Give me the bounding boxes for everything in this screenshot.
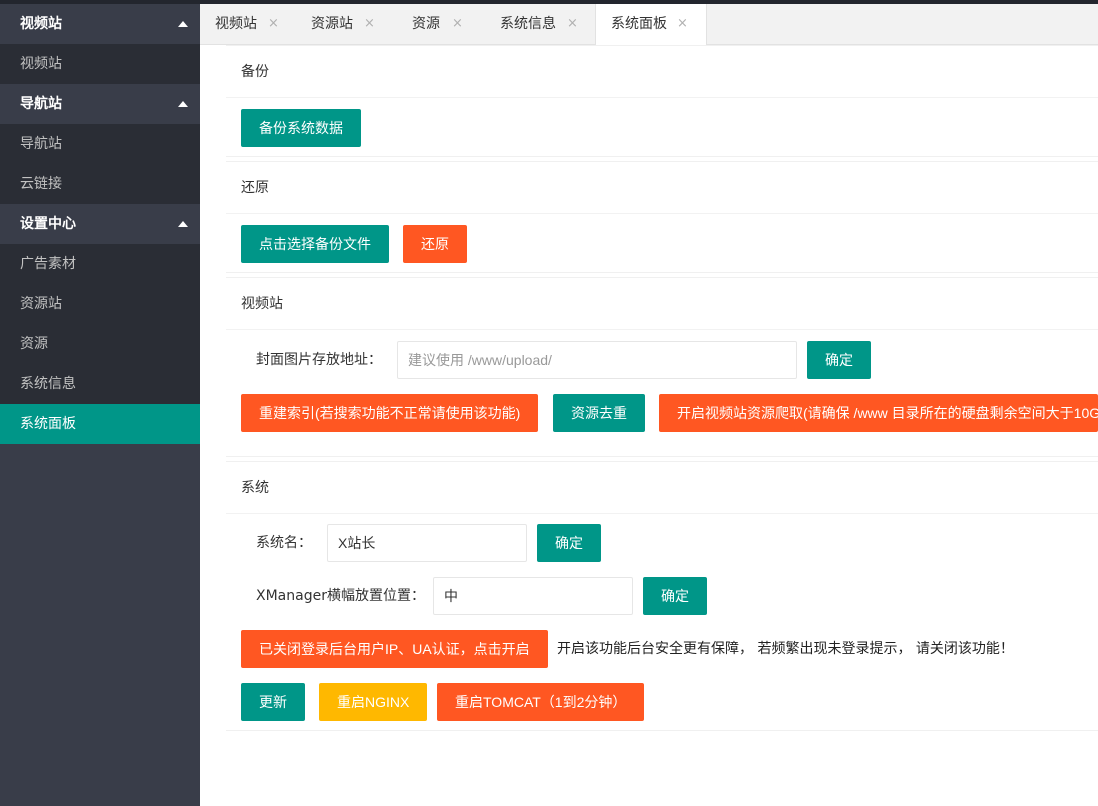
auth-hint-text: 开启该功能后台安全更有保障， 若频繁出现未登录提示， 请关闭该功能！ bbox=[557, 641, 1014, 657]
restore-card: 还原 点击选择备份文件 还原 bbox=[226, 161, 1098, 273]
nav-group-label: 视频站 bbox=[20, 16, 62, 32]
sidebar-item-system-info[interactable]: 系统信息 bbox=[0, 364, 200, 404]
close-icon[interactable]: × bbox=[567, 4, 578, 44]
auth-toggle-button[interactable]: 已关闭登录后台用户IP、UA认证，点击开启 bbox=[241, 630, 548, 668]
tab-label: 资源 bbox=[412, 16, 440, 32]
sidebar-item-navigation-site[interactable]: 导航站 bbox=[0, 124, 200, 164]
close-icon[interactable]: × bbox=[677, 4, 688, 44]
close-icon[interactable]: × bbox=[364, 4, 375, 44]
sidebar-item-cloud-link[interactable]: 云链接 bbox=[0, 164, 200, 204]
tab-label: 视频站 bbox=[215, 16, 257, 32]
backup-title: 备份 bbox=[226, 46, 1098, 98]
caret-up-icon bbox=[178, 21, 188, 27]
select-backup-file-button[interactable]: 点击选择备份文件 bbox=[241, 225, 389, 263]
restart-nginx-button[interactable]: 重启NGINX bbox=[319, 683, 428, 721]
system-name-label: 系统名： bbox=[256, 535, 312, 551]
tab-resource[interactable]: 资源 × bbox=[397, 4, 485, 44]
tab-bar: 视频站 × 资源站 × 资源 × 系统信息 × 系统面板 × bbox=[200, 4, 1098, 45]
tab-system-panel[interactable]: 系统面板 × bbox=[595, 4, 707, 45]
tab-label: 资源站 bbox=[311, 16, 353, 32]
nav-group-label: 设置中心 bbox=[20, 216, 76, 232]
sidebar-item-ad-material[interactable]: 广告素材 bbox=[0, 244, 200, 284]
video-site-title: 视频站 bbox=[226, 278, 1098, 330]
main-content: 备份 备份系统数据 还原 点击选择备份文件 还原 视频站 封面图片存放地址： 确… bbox=[200, 45, 1098, 806]
caret-up-icon bbox=[178, 101, 188, 107]
sidebar-item-system-panel[interactable]: 系统面板 bbox=[0, 404, 200, 444]
system-name-confirm-button[interactable]: 确定 bbox=[537, 524, 601, 562]
sidebar-item-resource-site[interactable]: 资源站 bbox=[0, 284, 200, 324]
cover-path-label: 封面图片存放地址： bbox=[256, 352, 382, 368]
backup-button[interactable]: 备份系统数据 bbox=[241, 109, 361, 147]
video-site-card: 视频站 封面图片存放地址： 确定 重建索引(若搜索功能不正常请使用该功能) 资源… bbox=[226, 277, 1098, 457]
sidebar-item-video-site[interactable]: 视频站 bbox=[0, 44, 200, 84]
cover-path-confirm-button[interactable]: 确定 bbox=[807, 341, 871, 379]
restart-tomcat-button[interactable]: 重启TOMCAT（1到2分钟） bbox=[437, 683, 645, 721]
tab-resource-site[interactable]: 资源站 × bbox=[296, 4, 397, 44]
close-icon[interactable]: × bbox=[452, 4, 463, 44]
backup-card: 备份 备份系统数据 bbox=[226, 45, 1098, 157]
rebuild-index-button[interactable]: 重建索引(若搜索功能不正常请使用该功能) bbox=[241, 394, 539, 432]
tab-video-site[interactable]: 视频站 × bbox=[200, 4, 296, 44]
banner-position-input[interactable] bbox=[433, 577, 633, 615]
nav-group-video[interactable]: 视频站 bbox=[0, 4, 200, 44]
close-icon[interactable]: × bbox=[268, 4, 279, 44]
tab-label: 系统信息 bbox=[500, 16, 556, 32]
update-button[interactable]: 更新 bbox=[241, 683, 305, 721]
restore-button[interactable]: 还原 bbox=[403, 225, 467, 263]
system-name-input[interactable] bbox=[327, 524, 527, 562]
tab-label: 系统面板 bbox=[611, 16, 667, 32]
nav-group-navigation[interactable]: 导航站 bbox=[0, 84, 200, 124]
sidebar: 视频站 视频站 导航站 导航站 云链接 设置中心 广告素材 资源站 资源 系统信… bbox=[0, 4, 200, 806]
nav-group-label: 导航站 bbox=[20, 96, 62, 112]
tab-system-info[interactable]: 系统信息 × bbox=[485, 4, 595, 44]
dedupe-button[interactable]: 资源去重 bbox=[553, 394, 645, 432]
crawl-toggle-button[interactable]: 开启视频站资源爬取(请确保 /www 目录所在的硬盘剩余空间大于10G bbox=[659, 394, 1098, 432]
banner-position-confirm-button[interactable]: 确定 bbox=[643, 577, 707, 615]
caret-up-icon bbox=[178, 221, 188, 227]
cover-path-input[interactable] bbox=[397, 341, 797, 379]
banner-position-label: XManager横幅放置位置： bbox=[256, 588, 425, 604]
sidebar-item-resource[interactable]: 资源 bbox=[0, 324, 200, 364]
nav-group-settings[interactable]: 设置中心 bbox=[0, 204, 200, 244]
system-title: 系统 bbox=[226, 462, 1098, 514]
restore-title: 还原 bbox=[226, 162, 1098, 214]
system-card: 系统 系统名： 确定 XManager横幅放置位置： 确定 已关闭登录后台用户I… bbox=[226, 461, 1098, 731]
